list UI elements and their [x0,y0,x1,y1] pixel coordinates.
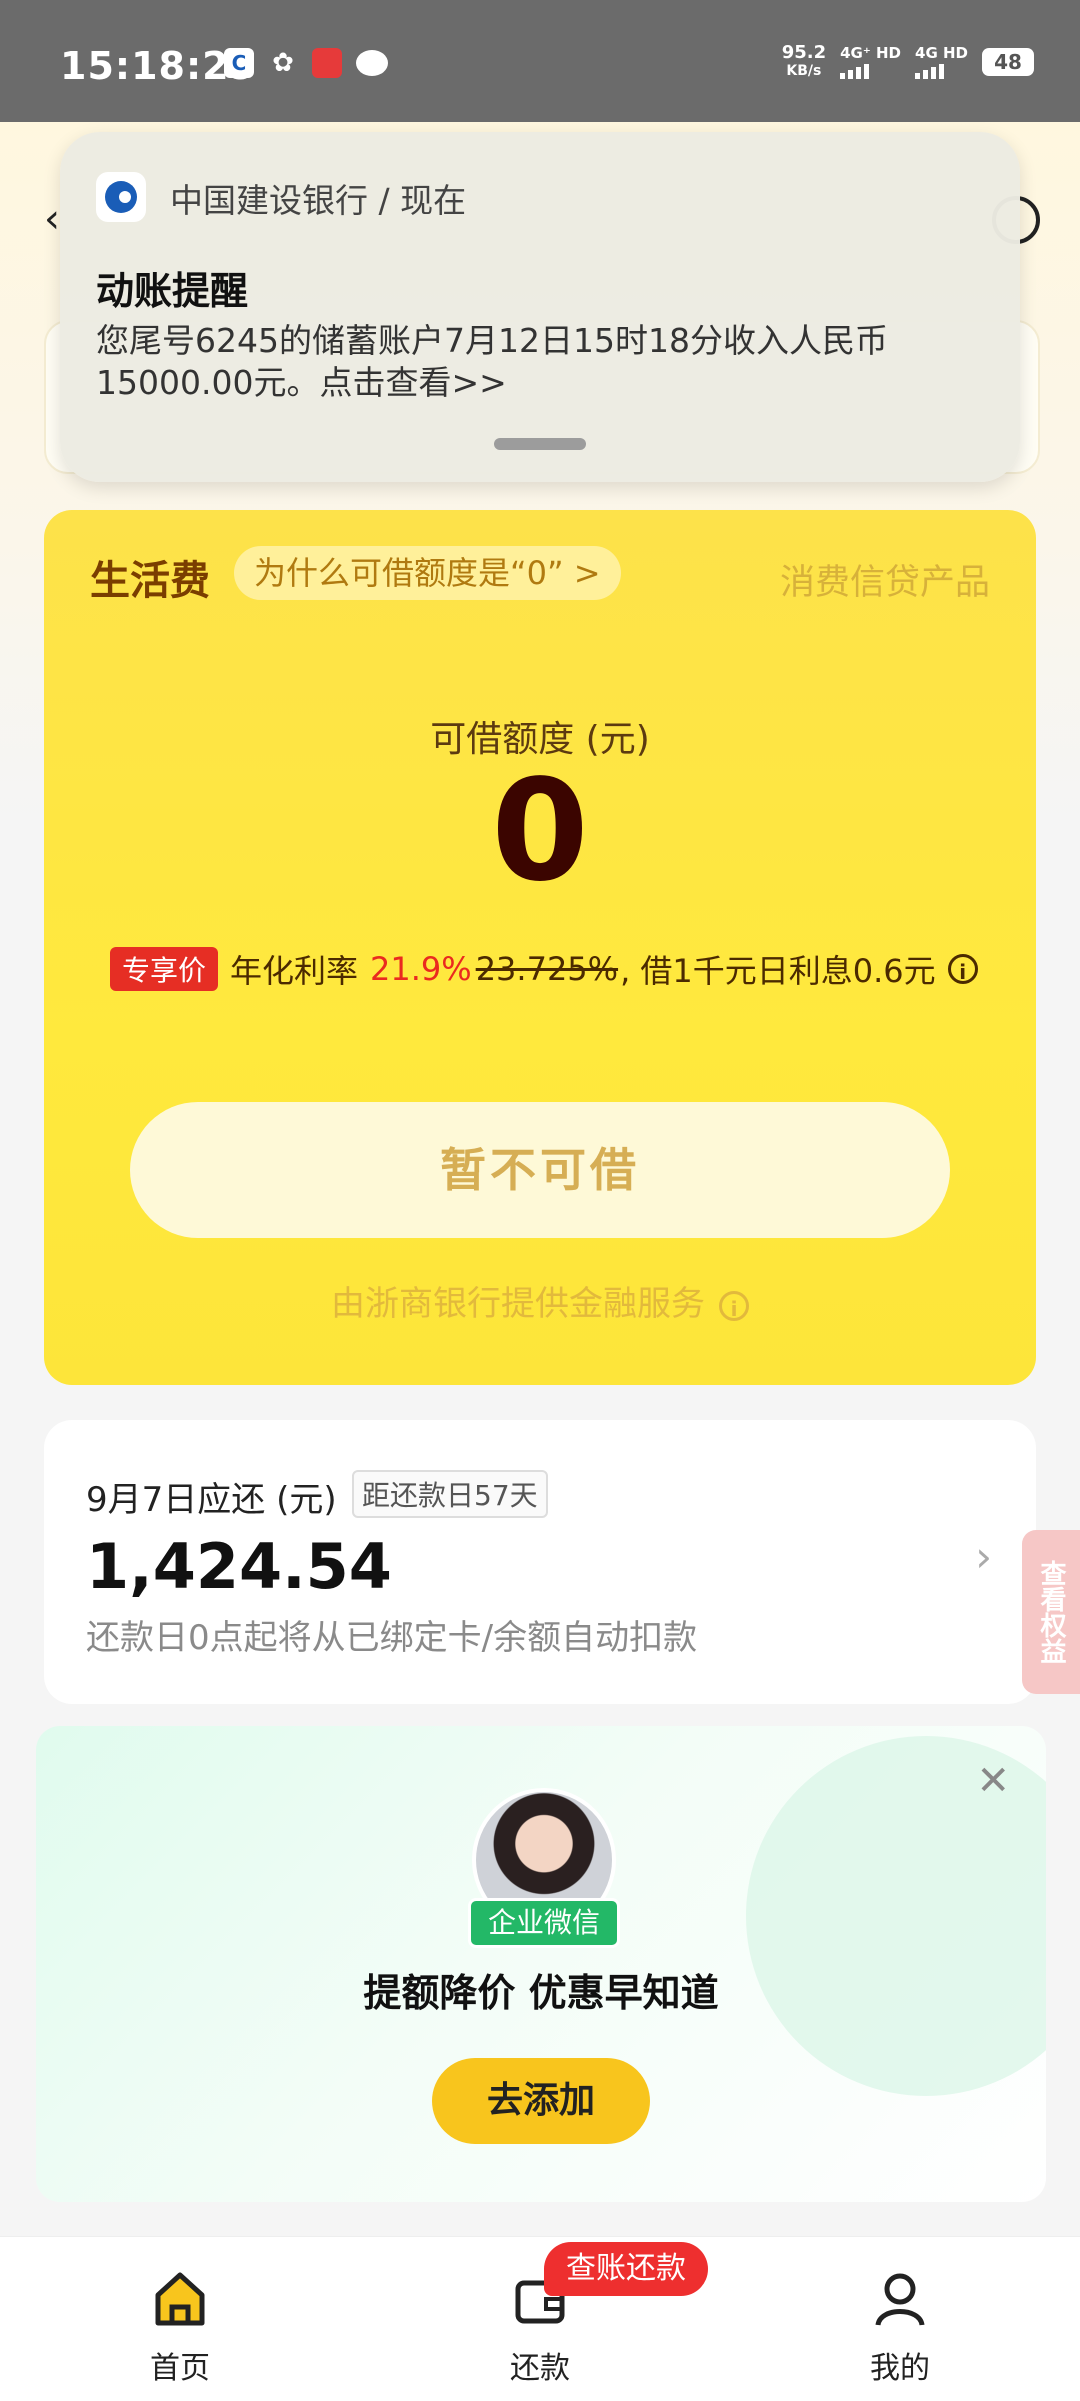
rate-original: 23.725% [475,950,619,988]
notification-body: 您尾号6245的储蓄账户7月12日15时18分收入人民币15000.00元。点击… [96,321,888,402]
repayment-due-title: 9月7日应还 (元) [86,1480,337,1520]
check-bill-badge[interactable]: 查账还款 [544,2242,708,2296]
back-arrow-icon[interactable]: ‹ [44,196,60,242]
repayment-card[interactable]: 9月7日应还 (元) 距还款日57天 1,424.54 还款日0点起将从已绑定卡… [44,1420,1036,1704]
notification-drag-handle[interactable] [494,438,586,450]
limit-value: 0 [491,750,589,913]
sim2-signal: 4G HD [915,45,968,79]
signal-bars-icon [915,61,968,79]
wecom-badge: 企业微信 [468,1898,620,1948]
bottom-navigation: 首页 还款 我的 [0,2236,1080,2401]
notification-title: 动账提醒 [96,269,249,313]
exclusive-price-badge: 专享价 [110,947,219,991]
provider-note: 由浙商银行提供金融服务 i [44,1276,1036,1325]
wechat-icon: ✿ [272,48,294,78]
close-icon[interactable]: ✕ [976,1758,1010,1804]
credit-limit-card: 生活费 为什么可借额度是“0” > 消费信贷产品 可借额度 (元) 0 专享价 … [44,510,1036,1385]
notification-icons: C ✿ [224,48,388,78]
repayment-note: 还款日0点起将从已绑定卡/余额自动扣款 [86,1618,698,1658]
view-benefits-tab[interactable]: 查看权益 [1022,1530,1080,1694]
message-icon [356,50,388,76]
signal-bars-icon [840,61,901,79]
repayment-amount: 1,424.54 [86,1530,392,1603]
ccb-app-icon: C [224,48,254,78]
info-icon[interactable]: i [947,954,978,984]
home-icon [155,2272,205,2326]
days-left-tag: 距还款日57天 [352,1470,548,1518]
red-app-icon [312,48,342,78]
rate-suffix: , 借1千元日利息0.6元 [620,952,936,990]
rate-prefix: 年化利率 [230,952,359,990]
wecom-promo-card: ✕ 企业微信 提额降价 优惠早知道 去添加 [36,1726,1046,2202]
info-icon[interactable]: i [719,1290,749,1321]
chevron-right-icon[interactable]: › [975,1532,992,1581]
notification-source: 中国建设银行 / 现在 [170,181,467,220]
product-type-label: 消费信贷产品 [779,563,990,603]
nav-profile[interactable]: 我的 [820,2269,980,2387]
nav-home[interactable]: 首页 [100,2269,260,2387]
rate-current: 21.9% [370,950,472,988]
ccb-logo-icon [96,172,146,222]
sim1-signal: 4G⁺ HD [840,45,901,79]
add-wecom-button[interactable]: 去添加 [432,2058,650,2144]
status-bar: 15:18:29 C ✿ 95.2 KB/s 4G⁺ HD 4G HD 48 [0,0,1080,122]
status-indicators: 95.2 KB/s 4G⁺ HD 4G HD 48 [782,44,1034,80]
product-title: 生活费 [90,558,210,604]
interest-rate-row: 专享价 年化利率 21.9% 23.725% , 借1千元日利息0.6元 i [110,946,978,992]
why-zero-limit-link[interactable]: 为什么可借额度是“0” > [234,546,621,600]
borrow-button[interactable]: 暂不可借 [130,1102,950,1238]
user-icon [875,2273,925,2326]
promo-title: 提额降价 优惠早知道 [363,1971,719,2015]
battery-icon: 48 [982,48,1034,76]
bank-notification[interactable]: 中国建设银行 / 现在 动账提醒 您尾号6245的储蓄账户7月12日15时18分… [60,132,1020,482]
network-speed: 95.2 KB/s [781,42,827,80]
